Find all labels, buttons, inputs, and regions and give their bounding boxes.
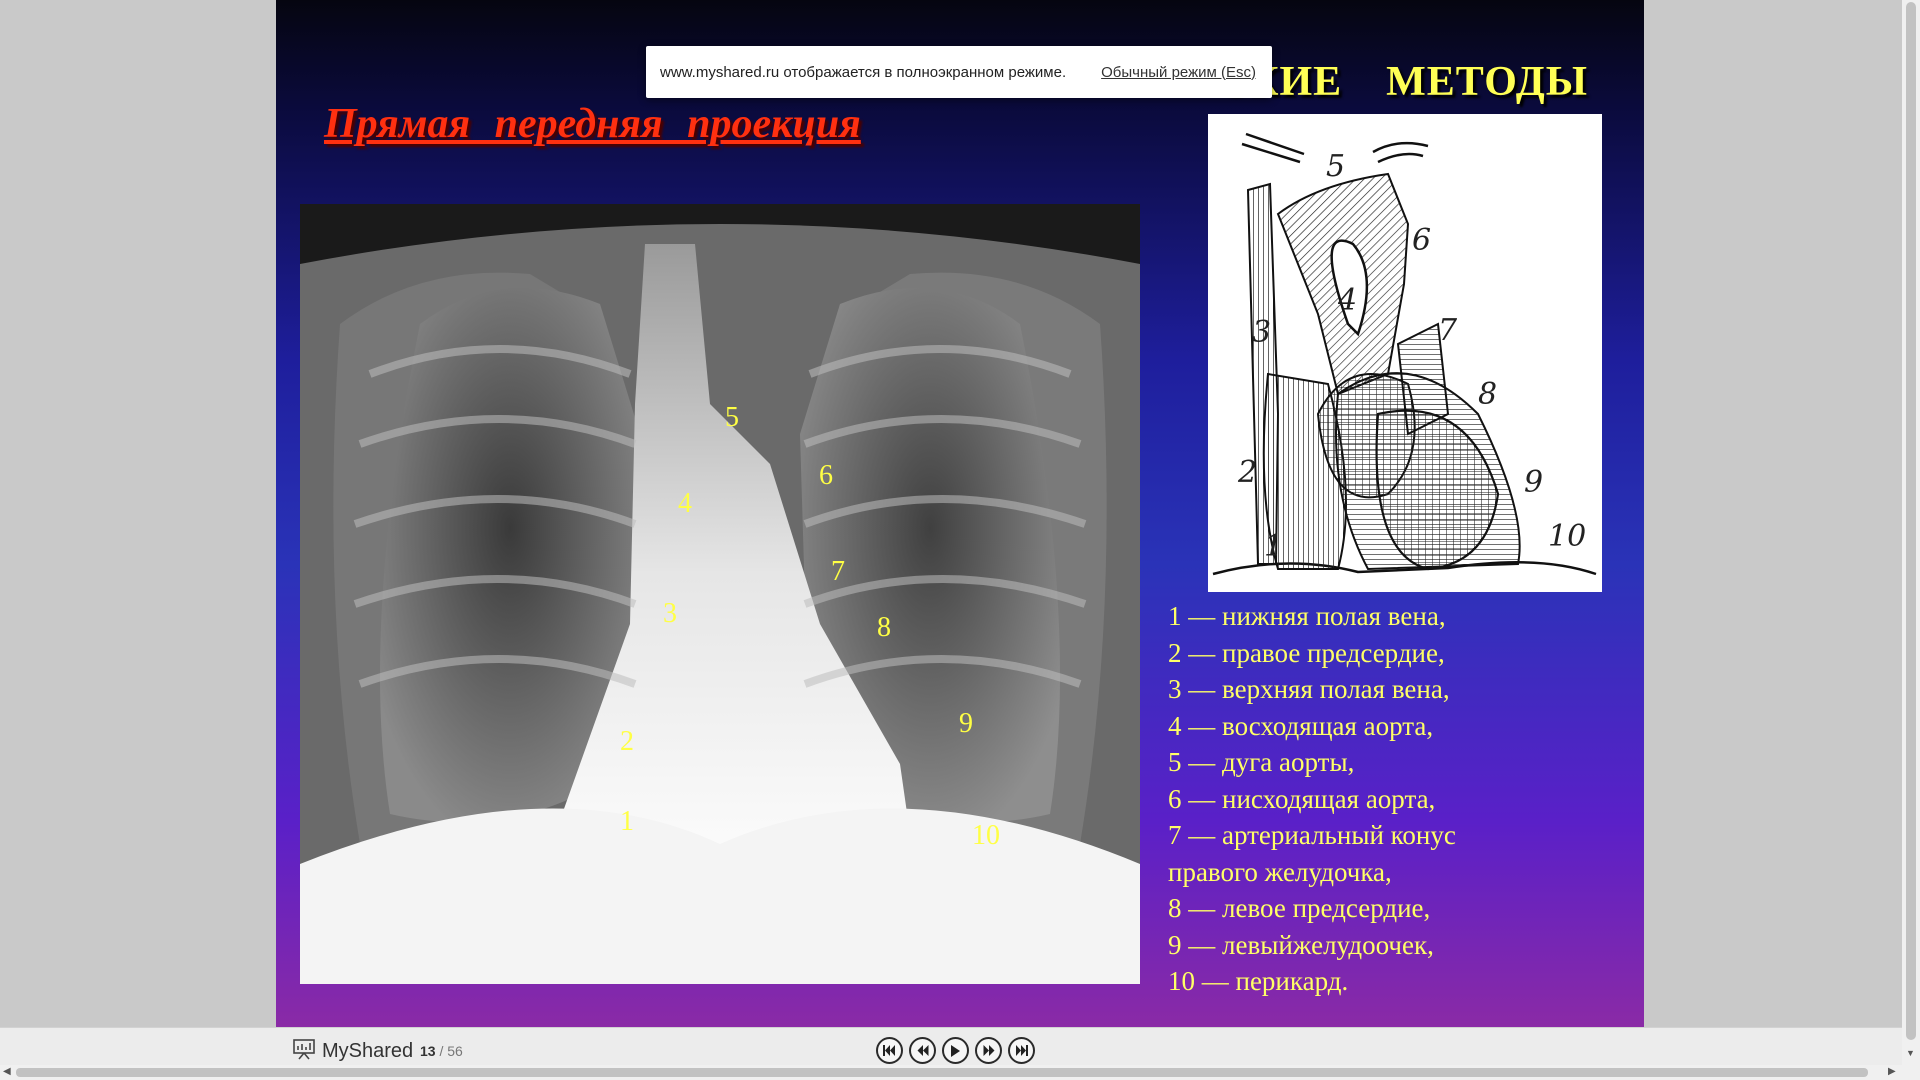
diagram-label-5: 5 <box>1326 149 1345 184</box>
xray-label-1: 1 <box>620 806 634 837</box>
play-icon <box>951 1044 960 1057</box>
structure-legend: 1 — нижняя полая вена, 2 — правое предсе… <box>1168 598 1456 1000</box>
play-button[interactable] <box>942 1037 969 1064</box>
first-slide-button[interactable] <box>876 1037 903 1064</box>
presentation-slide: СКИЕ МЕТОДЫ Прямая передняя проекция 5 6… <box>276 0 1644 1027</box>
legend-item: 5 — дуга аорты, <box>1168 747 1355 777</box>
xray-label-8: 8 <box>877 612 891 643</box>
total-pages: / 56 <box>439 1043 463 1059</box>
xray-label-7: 7 <box>831 556 845 587</box>
diagram-label-2: 2 <box>1237 455 1257 490</box>
next-page-icon <box>983 1045 994 1056</box>
heading-word-2: МЕТОДЫ <box>1386 59 1588 105</box>
xray-label-5: 5 <box>725 402 739 433</box>
fullscreen-notice: www.myshared.ru отображается в полноэкра… <box>646 46 1272 98</box>
legend-item: 6 — нисходящая аорта, <box>1168 783 1436 814</box>
scroll-left-icon[interactable]: ◀ <box>3 1066 11 1077</box>
legend-item: 3 — верхняя полая вена, <box>1168 674 1450 704</box>
legend-item: 9 — левыйжелудоочек, <box>1168 929 1434 960</box>
diagram-label-3: 3 <box>1252 315 1271 350</box>
xray-drawing <box>300 204 1140 984</box>
page-counter: 13 / 56 <box>420 1043 463 1059</box>
legend-item: 4 — восходящая аорта, <box>1168 710 1434 741</box>
diagram-label-10: 10 <box>1548 519 1586 554</box>
xray-label-3: 3 <box>663 598 677 629</box>
horizontal-scroll-thumb[interactable] <box>16 1068 1868 1077</box>
slide-navigation <box>876 1037 1035 1064</box>
diagram-label-9: 9 <box>1524 465 1543 500</box>
brand-logo[interactable]: MyShared <box>292 1038 413 1065</box>
heart-diagram-drawing: 1 2 3 4 5 6 7 8 9 10 <box>1212 132 1597 576</box>
horizontal-scrollbar[interactable]: ◀ ▶ <box>0 1065 1902 1080</box>
xray-label-2: 2 <box>620 726 634 757</box>
next-slide-button[interactable] <box>975 1037 1002 1064</box>
legend-item: 7 — артериальный конус <box>1168 820 1456 850</box>
last-slide-button[interactable] <box>1008 1037 1035 1064</box>
first-page-icon <box>883 1045 895 1056</box>
viewer-toolbar: MyShared 13 / 56 <box>0 1027 1902 1066</box>
xray-label-9: 9 <box>959 708 973 739</box>
diagram-label-4: 4 <box>1337 283 1357 318</box>
brand-name: MyShared <box>322 1040 414 1062</box>
scroll-right-icon[interactable]: ▶ <box>1888 1066 1896 1077</box>
exit-fullscreen-link[interactable]: Обычный режим (Esc) <box>1101 64 1256 81</box>
legend-item: 2 — правое предсердие, <box>1168 637 1445 668</box>
scroll-down-icon[interactable]: ▼ <box>1906 1048 1915 1058</box>
current-page: 13 <box>420 1043 436 1059</box>
fullscreen-message: www.myshared.ru отображается в полноэкра… <box>660 63 1067 81</box>
vertical-scrollbar[interactable]: ▼ <box>1902 0 1920 1080</box>
prev-page-icon <box>917 1045 928 1056</box>
legend-item: 10 — перикард. <box>1168 966 1349 996</box>
legend-item: 1 — нижняя полая вена, <box>1168 601 1446 631</box>
diagram-label-6: 6 <box>1412 223 1431 258</box>
diagram-label-8: 8 <box>1478 377 1497 412</box>
last-page-icon <box>1016 1045 1028 1056</box>
slide-subtitle: Прямая передняя проекция <box>324 101 861 147</box>
xray-label-10: 10 <box>972 820 1000 851</box>
diagram-label-7: 7 <box>1438 313 1458 348</box>
heart-diagram: 1 2 3 4 5 6 7 8 9 10 <box>1208 114 1602 592</box>
vertical-scroll-thumb[interactable] <box>1906 2 1916 1040</box>
prev-slide-button[interactable] <box>909 1037 936 1064</box>
presentation-icon <box>292 1038 316 1065</box>
legend-item: правого желудочка, <box>1168 856 1392 887</box>
xray-label-4: 4 <box>678 488 692 519</box>
legend-item: 8 — левое предсердие, <box>1168 893 1431 923</box>
xray-label-6: 6 <box>819 460 833 491</box>
chest-xray-image: 5 6 4 7 3 8 9 2 1 10 <box>300 204 1140 984</box>
diagram-label-1: 1 <box>1264 529 1283 564</box>
